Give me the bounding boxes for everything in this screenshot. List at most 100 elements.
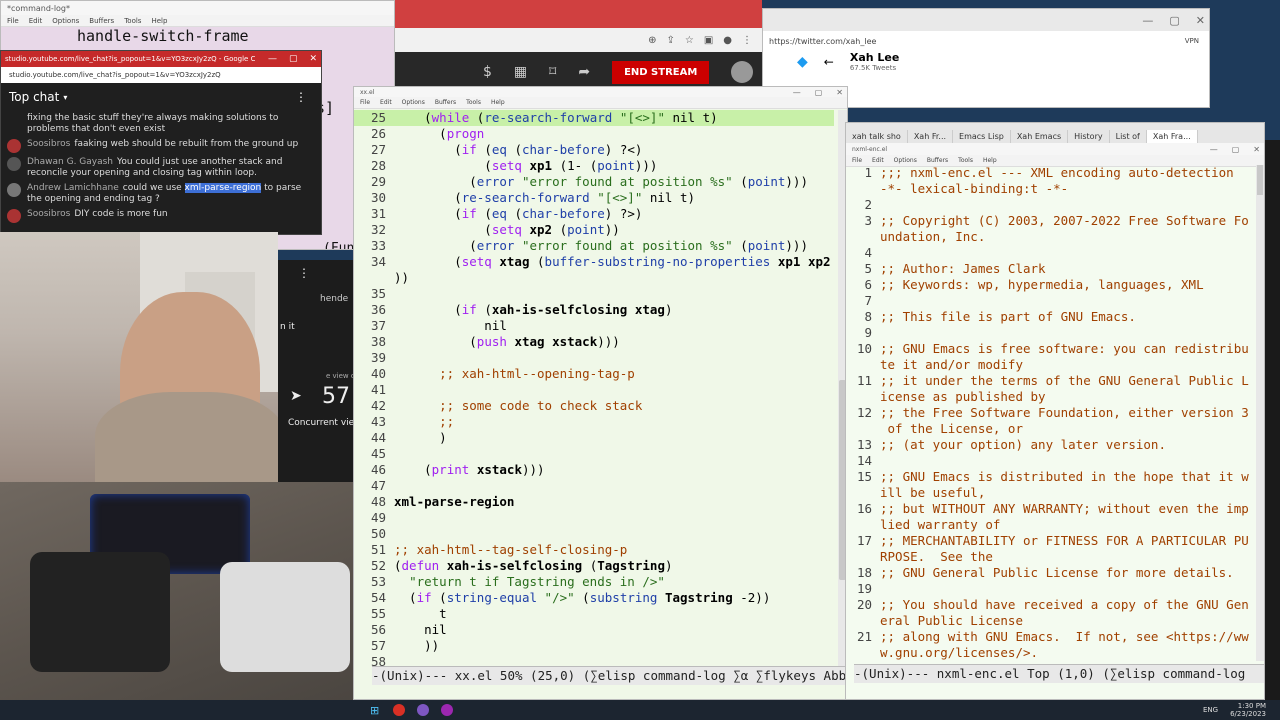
code-line[interactable]: 7 [846,293,1258,309]
share-icon[interactable]: ⇪ [666,35,674,46]
code-line[interactable]: icense as published by [846,389,1258,405]
code-line[interactable]: 35 [354,286,834,302]
code-line[interactable]: 48 xml-parse-region [354,494,834,510]
menu-icon[interactable]: ⋮ [742,35,752,46]
avatar[interactable] [7,139,21,153]
code-line[interactable]: 21 ;; along with GNU Emacs. If not, see <… [846,629,1258,645]
chat-filter-dropdown[interactable]: Top chat [9,90,59,104]
code-line[interactable]: of the License, or [846,421,1258,437]
menu-edit[interactable]: Edit [380,99,392,106]
menu-edit[interactable]: Edit [29,17,43,25]
browser-tab[interactable]: Emacs Lisp [953,130,1011,143]
code-line[interactable]: 20 ;; You should have received a copy of … [846,597,1258,613]
code-line[interactable]: 9 [846,325,1258,341]
code-line[interactable]: 10 ;; GNU Emacs is free software: you can… [846,341,1258,357]
chat-url[interactable]: studio.youtube.com/live_chat?is_popout=1… [9,71,221,79]
browser-tab[interactable]: Xah Fr... [908,130,954,143]
code-line[interactable]: 40 ;; xah-html--opening-tag-p [354,366,834,382]
browser-tab[interactable]: History [1068,130,1110,143]
profile-icon[interactable]: ● [723,35,732,46]
menu-buffers[interactable]: Buffers [89,17,114,25]
code-line[interactable]: 33 (error "error found at position %s" (… [354,238,834,254]
code-line[interactable]: 50 [354,526,834,542]
menu-options[interactable]: Options [894,157,917,164]
code-line[interactable]: 19 [846,581,1258,597]
code-line[interactable]: 26 (progn [354,126,834,142]
avatar[interactable] [7,209,21,223]
code-line[interactable]: 58 [354,654,834,666]
menu-buffers[interactable]: Buffers [435,99,456,106]
chrome-taskbar-icon[interactable] [393,704,406,716]
code-line[interactable]: 8 ;; This file is part of GNU Emacs. [846,309,1258,325]
code-line[interactable]: 42 ;; some code to check stack [354,398,834,414]
code-line[interactable]: 49 [354,510,834,526]
browser-tab[interactable]: xah talk sho [846,130,908,143]
menu-options[interactable]: Options [402,99,425,106]
vpn-badge[interactable]: VPN [1185,37,1199,45]
code-line[interactable]: 47 [354,478,834,494]
code-line[interactable]: 1 ;;; nxml-enc.el --- XML encoding auto-d… [846,165,1258,181]
zoom-icon[interactable]: ⊕ [648,35,656,46]
money-icon[interactable]: $ [483,64,492,80]
code-line[interactable]: lied warranty of [846,517,1258,533]
menu-buffers[interactable]: Buffers [927,157,948,164]
menu-file[interactable]: File [7,17,19,25]
code-line[interactable]: 31 (if (eq (char-before) ?>) [354,206,834,222]
menu-options[interactable]: Options [52,17,79,25]
code-line[interactable]: 25 (while (re-search-forward "[<>]" nil … [354,110,834,126]
code-line[interactable]: 51 ;; xah-html--tag-self-closing-p [354,542,834,558]
code-line[interactable]: 57 )) [354,638,834,654]
end-stream-button[interactable]: END STREAM [612,60,710,84]
code-line[interactable]: 11 ;; it under the terms of the GNU Gener… [846,373,1258,389]
menu-edit[interactable]: Edit [872,157,884,164]
code-line[interactable]: 36 (if (xah-is-selfclosing xtag) [354,302,834,318]
code-line[interactable]: 5 ;; Author: James Clark [846,261,1258,277]
code-line[interactable]: RPOSE. See the [846,549,1258,565]
bookmark-icon[interactable]: ⌑ [549,64,556,80]
windows-start-icon[interactable]: ⊞ [370,704,379,717]
code-line[interactable]: 37 nil [354,318,834,334]
code-line[interactable]: 27 (if (eq (char-before) ?<) [354,142,834,158]
code-line[interactable]: 2 [846,197,1258,213]
code-line[interactable]: 54 (if (string-equal "/>" (substring Tag… [354,590,834,606]
code-line[interactable]: 34 (setq xtag (buffer-substring-no-prope… [354,254,834,270]
more-options-icon[interactable]: ⋮ [295,90,307,104]
film-icon[interactable]: ▦ [514,64,527,80]
chevron-down-icon[interactable]: ▾ [63,93,67,102]
code-line[interactable]: 13 ;; (at your option) any later version. [846,437,1258,453]
code-line[interactable]: 45 [354,446,834,462]
code-line[interactable]: 56 nil [354,622,834,638]
chat-author[interactable]: Dhawan G. Gayash [27,157,113,167]
chat-author[interactable]: Andrew Lamichhane [27,183,119,193]
browser-tab[interactable]: Xah Fra... [1146,130,1198,143]
menu-file[interactable]: File [360,99,370,106]
code-line[interactable]: 14 [846,453,1258,469]
code-line[interactable]: 52 (defun xah-is-selfclosing (Tagstring) [354,558,834,574]
code-line[interactable]: 32 (setq xp2 (point)) [354,222,834,238]
code-line[interactable]: 12 ;; the Free Software Foundation, eithe… [846,405,1258,421]
code-line[interactable]: 41 [354,382,834,398]
share-arrow-icon[interactable]: ➦ [578,64,590,80]
browser-tab[interactable]: Xah Emacs [1011,130,1069,143]
menu-tools[interactable]: Tools [466,99,481,106]
code-line[interactable]: 29 (error "error found at position %s" (… [354,174,834,190]
scrollbar[interactable] [1256,165,1264,661]
menu-tools[interactable]: Tools [124,17,141,25]
code-line[interactable]: 53 "return t if Tagstring ends in />" [354,574,834,590]
emacs-taskbar-icon[interactable] [417,704,430,716]
code-line[interactable]: 38 (push xtag xstack))) [354,334,834,350]
code-line[interactable]: 17 ;; MERCHANTABILITY or FITNESS FOR A PA… [846,533,1258,549]
code-line[interactable]: 43 ;; [354,414,834,430]
code-line[interactable]: ill be useful, [846,485,1258,501]
code-line[interactable]: 3 ;; Copyright (C) 2003, 2007-2022 Free S… [846,213,1258,229]
menu-file[interactable]: File [852,157,862,164]
code-buffer[interactable]: 25 (while (re-search-forward "[<>]" nil … [354,110,834,666]
avatar[interactable] [7,157,21,171]
menu-help[interactable]: Help [491,99,505,106]
code-line[interactable]: -*- lexical-binding:t -*- [846,181,1258,197]
code-line[interactable]: 44 ) [354,430,834,446]
chat-author[interactable]: Soosibros [27,139,70,149]
code-line[interactable]: 28 (setq xp1 (1- (point))) [354,158,834,174]
code-line[interactable]: eral Public License [846,613,1258,629]
back-arrow-icon[interactable]: ← [824,55,834,69]
